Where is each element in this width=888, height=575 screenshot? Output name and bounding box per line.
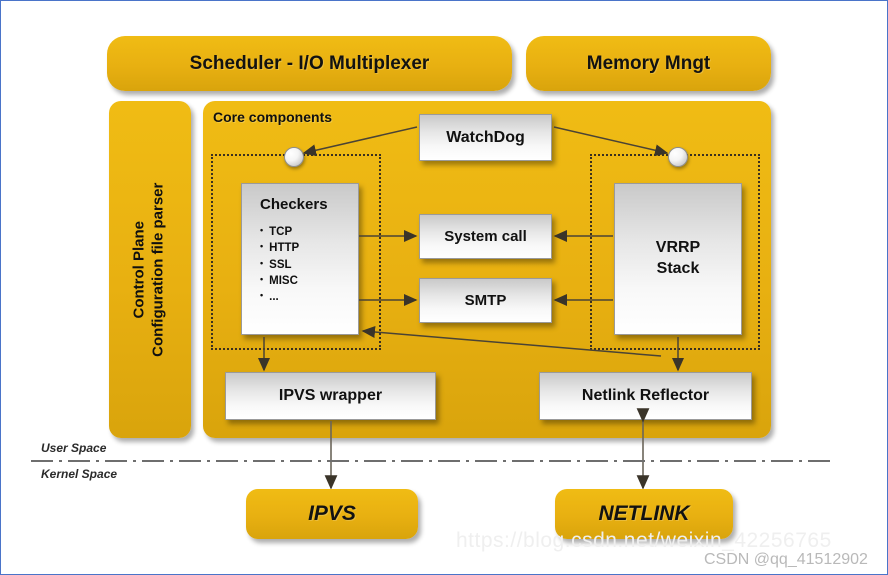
control-plane-box: Control Plane Configuration file parser xyxy=(109,101,191,438)
system-call-label: System call xyxy=(444,228,527,245)
watchdog-label: WatchDog xyxy=(446,128,525,146)
vrrp-stack-box: VRRP Stack xyxy=(614,183,742,335)
checkers-item: TCP xyxy=(260,224,358,240)
memory-mngt-box: Memory Mngt xyxy=(526,36,771,91)
user-space-label: User Space xyxy=(41,441,107,455)
scheduler-io-multiplexer-box: Scheduler - I/O Multiplexer xyxy=(107,36,512,91)
checkers-item: SSL xyxy=(260,257,358,273)
control-plane-line2: Configuration file parser xyxy=(149,182,166,357)
scheduler-io-multiplexer-label: Scheduler - I/O Multiplexer xyxy=(189,52,430,74)
system-call-box: System call xyxy=(419,214,552,259)
vrrp-group-connector-knob xyxy=(668,147,688,167)
ipvs-kernel-box: IPVS xyxy=(246,489,418,539)
vrrp-stack-line1: VRRP xyxy=(655,239,701,257)
checkers-list: TCP HTTP SSL MISC ... xyxy=(260,224,358,306)
checkers-box: Checkers TCP HTTP SSL MISC ... xyxy=(241,183,359,335)
core-components-label: Core components xyxy=(213,109,333,125)
watchdog-box: WatchDog xyxy=(419,114,552,161)
netlink-reflector-label: Netlink Reflector xyxy=(581,387,710,404)
watermark-user: CSDN @qq_41512902 xyxy=(704,551,868,568)
kernel-space-label: Kernel Space xyxy=(41,467,118,481)
checkers-item: MISC xyxy=(260,273,358,289)
vrrp-stack-line2: Stack xyxy=(656,260,700,277)
watermark-url: https://blog.csdn.net/weixin_42256765 xyxy=(456,529,832,552)
ipvs-wrapper-box: IPVS wrapper xyxy=(225,372,436,420)
diagram-canvas: Scheduler - I/O Multiplexer Memory Mngt … xyxy=(0,0,888,575)
checkers-item: HTTP xyxy=(260,240,358,256)
smtp-label: SMTP xyxy=(464,292,507,309)
checkers-item: ... xyxy=(260,289,358,305)
control-plane-line1: Control Plane xyxy=(130,221,148,319)
netlink-reflector-box: Netlink Reflector xyxy=(539,372,752,420)
ipvs-kernel-label: IPVS xyxy=(308,502,356,525)
memory-mngt-label: Memory Mngt xyxy=(586,52,711,74)
checkers-title: Checkers xyxy=(260,196,328,213)
checkers-group-connector-knob xyxy=(284,147,304,167)
ipvs-wrapper-label: IPVS wrapper xyxy=(278,387,383,404)
control-plane-label: Control Plane Configuration file parser xyxy=(130,120,168,420)
smtp-box: SMTP xyxy=(419,278,552,323)
